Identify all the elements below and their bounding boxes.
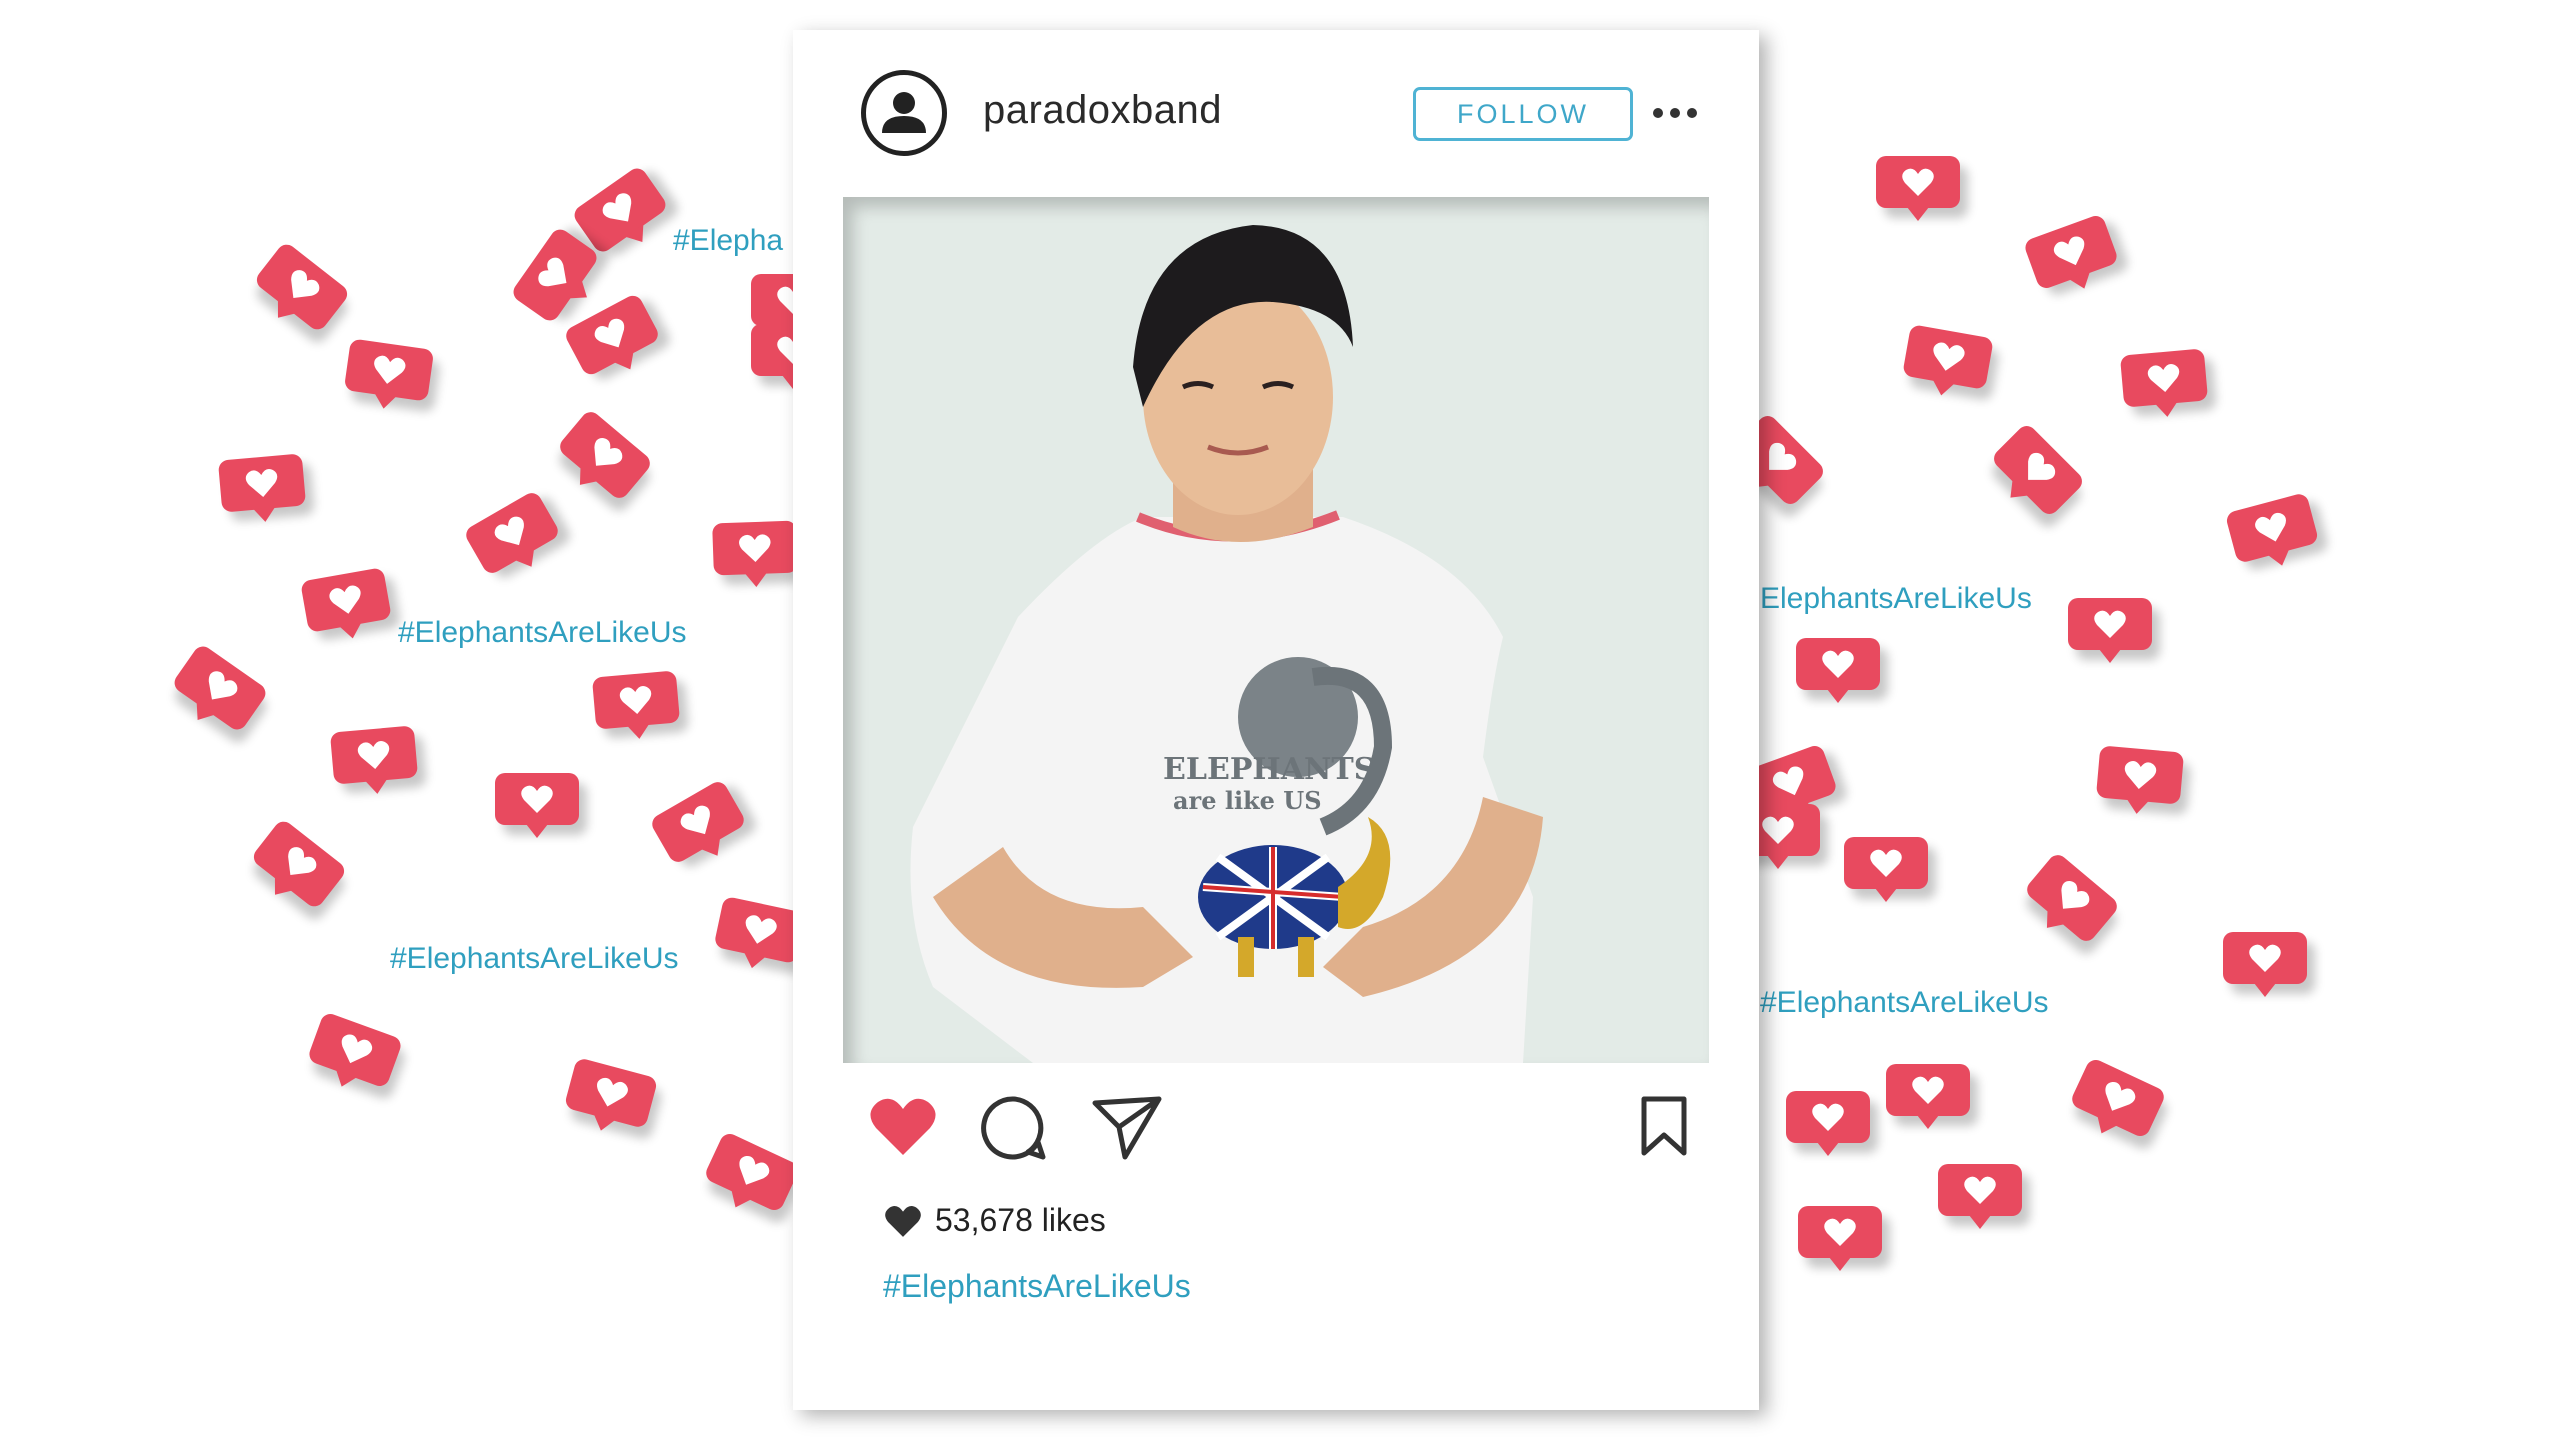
heart-filled-icon[interactable] — [868, 1095, 938, 1162]
like-notification-icon — [1844, 837, 1928, 902]
like-notification-icon — [2119, 348, 2209, 408]
user-icon — [882, 92, 926, 133]
like-notification-icon — [2023, 851, 2121, 945]
like-notification-icon — [570, 164, 670, 256]
background-hashtag: #ElephantsAreLikeUs — [390, 942, 679, 975]
like-notification-icon — [648, 778, 748, 866]
more-options-icon[interactable] — [1653, 106, 1697, 120]
like-notification-icon — [462, 489, 562, 577]
heart-small-icon — [885, 1205, 921, 1237]
like-notification-icon — [2223, 932, 2307, 997]
like-notification-icon — [1798, 1206, 1882, 1271]
like-notification-icon — [1938, 1164, 2022, 1229]
like-notification-icon — [712, 520, 798, 576]
like-notification-icon — [562, 292, 662, 378]
photo-illustration: ELEPHANTS are like US — [910, 225, 1543, 1063]
like-notification-icon — [1876, 156, 1960, 221]
like-notification-icon — [2068, 1056, 2168, 1140]
shirt-text-line1: ELEPHANTS — [1163, 752, 1375, 787]
like-notification-icon — [495, 773, 579, 838]
like-notification-icon — [217, 453, 307, 513]
like-notification-icon — [591, 670, 681, 730]
like-notification-icon — [1886, 1064, 1970, 1129]
background-hashtag: ElephantsAreLikeUs — [1760, 582, 2032, 615]
like-notification-icon — [170, 642, 270, 734]
like-notification-icon — [2022, 213, 2120, 291]
like-notification-icon — [1786, 1091, 1870, 1156]
likes-count[interactable]: 53,678 likes — [935, 1202, 1106, 1239]
like-notification-icon — [1989, 421, 2087, 519]
post-action-bar — [793, 1095, 1759, 1165]
comment-icon[interactable] — [981, 1095, 1047, 1166]
like-notification-icon — [1796, 638, 1880, 703]
like-notification-icon — [343, 338, 435, 402]
like-notification-icon — [249, 817, 349, 911]
like-notification-icon — [509, 225, 601, 325]
likes-row: 53,678 likes — [883, 1202, 1106, 1239]
bookmark-icon[interactable] — [1638, 1095, 1690, 1162]
like-notification-icon — [2224, 492, 2320, 564]
avatar[interactable] — [861, 70, 947, 156]
post-card: paradoxband FOLLOW ELEPHANTS are like US… — [793, 30, 1759, 1410]
like-notification-icon — [300, 567, 392, 633]
background-hashtag: #Elepha — [673, 224, 784, 257]
post-photo: ELEPHANTS are like US — [843, 197, 1709, 1063]
like-notification-icon — [329, 725, 419, 785]
shirt-text-line2: are like US — [1173, 786, 1322, 815]
background-hashtag: #ElephantsAreLikeUs — [1760, 986, 2049, 1019]
like-notification-icon — [306, 1011, 404, 1089]
like-notification-icon — [2095, 745, 2185, 805]
like-notification-icon — [2068, 598, 2152, 663]
like-notification-icon — [563, 1057, 659, 1129]
follow-button[interactable]: FOLLOW — [1413, 87, 1633, 141]
like-notification-icon — [252, 240, 352, 334]
like-notification-icon — [1902, 324, 1994, 390]
like-notification-icon — [702, 1130, 802, 1214]
username[interactable]: paradoxband — [983, 88, 1222, 133]
background-hashtag: #ElephantsAreLikeUs — [398, 616, 687, 649]
post-caption-hashtag[interactable]: #ElephantsAreLikeUs — [883, 1268, 1191, 1305]
like-notification-icon — [556, 408, 654, 502]
send-icon[interactable] — [1091, 1095, 1163, 1166]
scene: #Elepha #ElephantsAreLikeUs #ElephantsAr… — [0, 0, 2561, 1439]
